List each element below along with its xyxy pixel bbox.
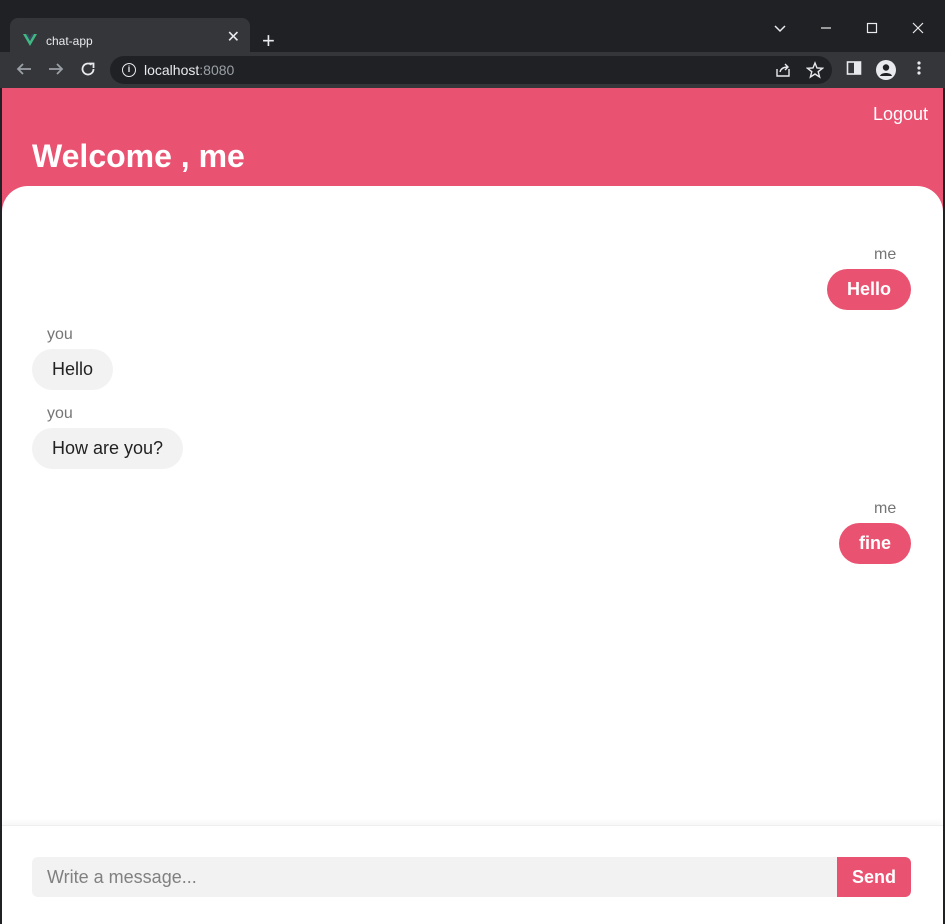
- address-url: localhost:8080: [144, 62, 234, 78]
- tab-title: chat-app: [46, 34, 93, 48]
- share-icon[interactable]: [774, 61, 792, 84]
- browser-toolbar: i localhost:8080: [0, 52, 945, 88]
- minimize-icon[interactable]: [820, 22, 832, 36]
- tab-search-icon[interactable]: [774, 22, 786, 36]
- tab-strip: chat-app ✕ +: [0, 8, 945, 60]
- url-port: :8080: [199, 62, 235, 78]
- message-sender: me: [874, 246, 897, 263]
- back-arrow-icon[interactable]: [14, 60, 34, 80]
- close-tab-icon[interactable]: ✕: [227, 30, 240, 46]
- new-tab-button[interactable]: +: [262, 30, 275, 52]
- logout-button[interactable]: Logout: [873, 104, 928, 125]
- page-title: Welcome , me: [32, 138, 245, 174]
- message-bubble: Hello: [827, 269, 912, 310]
- message-bubble: Hello: [32, 349, 114, 390]
- side-panel-icon[interactable]: [844, 60, 864, 80]
- bookmark-star-icon[interactable]: [805, 61, 825, 84]
- more-menu-icon[interactable]: [909, 60, 929, 80]
- message-composer: Send: [2, 825, 943, 924]
- message-sender: me: [874, 500, 897, 517]
- forward-arrow-icon[interactable]: [46, 60, 66, 80]
- vue-logo-icon: [23, 34, 37, 46]
- close-window-icon[interactable]: [912, 22, 924, 36]
- browser-window: chat-app ✕ + i localhost:8080 Logout Wel…: [0, 0, 945, 924]
- message-list: me Hello you Hello you How are you? me f…: [2, 186, 943, 924]
- profile-avatar-icon[interactable]: [876, 60, 896, 80]
- message-bubble: fine: [839, 523, 912, 564]
- message-bubble: How are you?: [32, 428, 184, 469]
- url-host: localhost: [144, 62, 200, 78]
- maximize-icon[interactable]: [866, 22, 878, 36]
- reload-icon[interactable]: [78, 60, 98, 80]
- chat-app-page: Logout Welcome , me me Hello you Hello y…: [2, 88, 943, 924]
- message-sender: you: [47, 405, 73, 422]
- address-bar[interactable]: i localhost:8080: [110, 56, 832, 84]
- message-input[interactable]: [32, 857, 838, 897]
- site-info-icon[interactable]: i: [122, 63, 136, 77]
- send-button[interactable]: Send: [837, 857, 911, 897]
- message-sender: you: [47, 326, 73, 343]
